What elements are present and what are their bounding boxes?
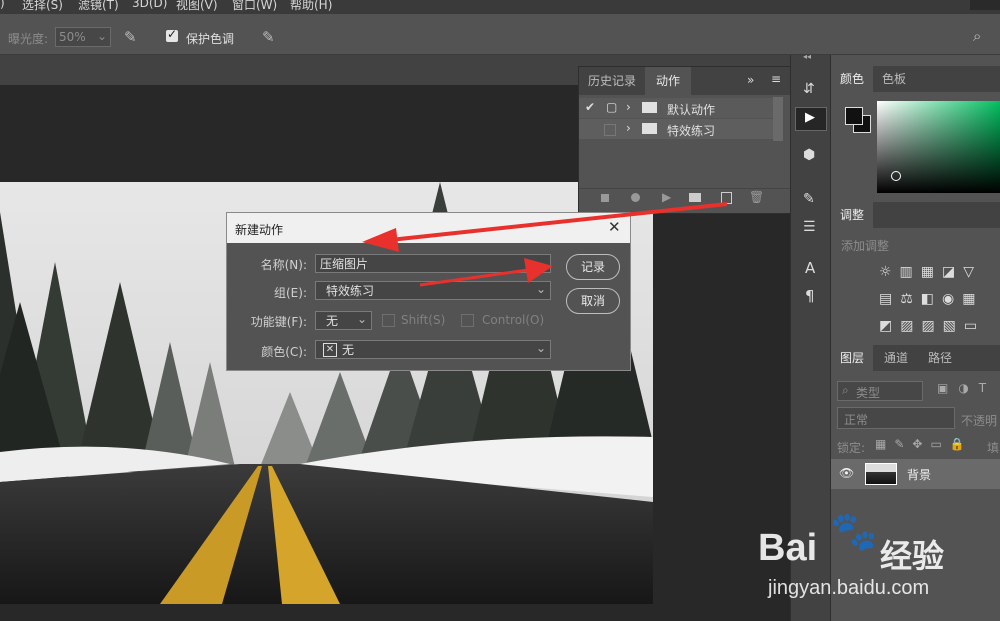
watermark-brand2: 经验 xyxy=(880,537,945,575)
watermark-brand: Bai xyxy=(758,527,818,569)
arrow-to-record-button xyxy=(419,258,553,287)
paw-icon: 🐾 xyxy=(830,509,878,553)
baidu-watermark: Bai 🐾 经验 jingyan.baidu.com xyxy=(748,505,1000,621)
watermark-url: jingyan.baidu.com xyxy=(768,577,930,599)
foreground-color[interactable] xyxy=(845,107,863,125)
arrow-to-dialog-title xyxy=(362,202,728,252)
